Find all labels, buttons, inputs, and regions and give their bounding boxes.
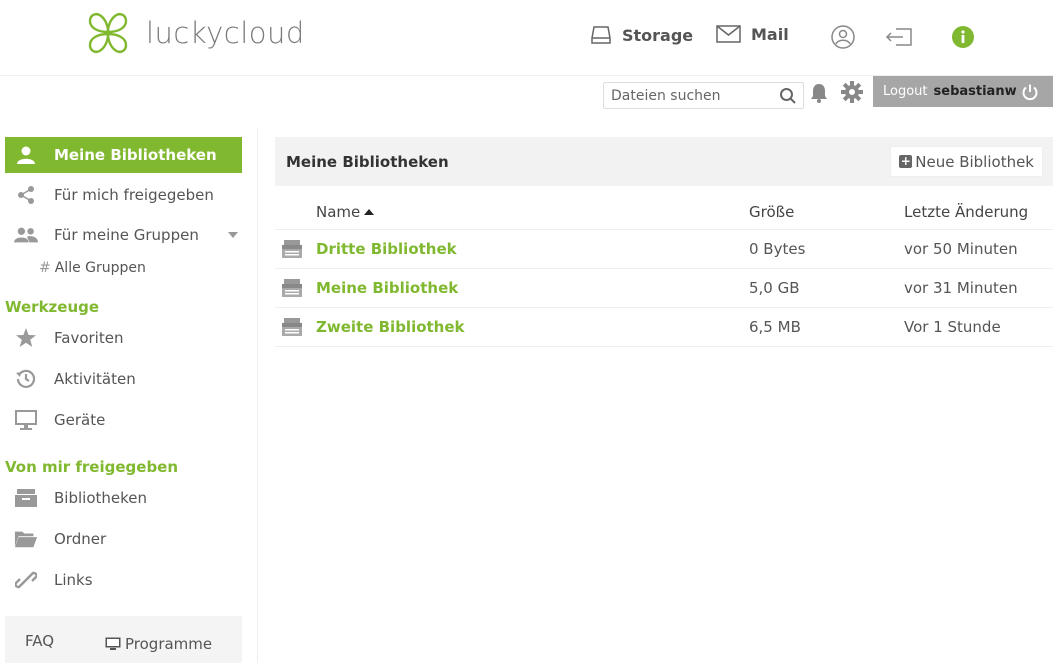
envelope-icon xyxy=(716,25,741,43)
sidebar-item-label: Favoriten xyxy=(54,329,124,347)
sidebar-item-label: Aktivitäten xyxy=(54,370,136,388)
library-name-link[interactable]: Zweite Bibliothek xyxy=(316,318,465,336)
library-list-header: Meine Bibliotheken + Neue Bibliothek xyxy=(275,137,1053,186)
nav-storage-label: Storage xyxy=(622,25,694,45)
faq-link[interactable]: FAQ xyxy=(25,632,54,650)
library-name-link[interactable]: Meine Bibliothek xyxy=(316,279,458,297)
library-modified: vor 31 Minuten xyxy=(904,279,1018,297)
column-header-size[interactable]: Größe xyxy=(749,203,794,221)
library-name-link[interactable]: Dritte Bibliothek xyxy=(316,240,457,258)
column-header-name-label: Name xyxy=(316,203,361,221)
sidebar-item-favorites[interactable]: Favoriten xyxy=(5,320,242,356)
programs-label: Programme xyxy=(125,635,213,653)
shared-by-me-heading: Von mir freigegeben xyxy=(5,458,179,476)
monitor-icon xyxy=(14,408,38,432)
clover-logo-icon xyxy=(88,13,128,53)
sidebar-item-label: Ordner xyxy=(54,530,107,548)
search-icon[interactable] xyxy=(779,87,797,105)
chevron-down-icon[interactable] xyxy=(228,232,238,238)
library-size: 5,0 GB xyxy=(749,279,800,297)
library-size: 6,5 MB xyxy=(749,318,801,336)
history-icon xyxy=(14,367,38,391)
group-icon xyxy=(14,223,38,247)
new-library-button[interactable]: + Neue Bibliothek xyxy=(890,146,1043,177)
row-divider xyxy=(275,346,1053,347)
logout-button[interactable]: Logout sebastianw xyxy=(873,76,1053,107)
table-row[interactable]: Zweite Bibliothek 6,5 MB Vor 1 Stunde xyxy=(275,308,1053,347)
brand-logo[interactable]: luckycloud xyxy=(84,10,305,56)
sidebar-item-activities[interactable]: Aktivitäten xyxy=(5,361,242,397)
user-icon xyxy=(14,143,38,167)
hash-icon: # xyxy=(39,260,51,276)
library-icon xyxy=(282,318,302,336)
sidebar-item-label: Für meine Gruppen xyxy=(54,226,199,244)
folder-icon xyxy=(14,527,38,551)
nav-storage[interactable]: Storage xyxy=(590,24,693,46)
new-library-label: Neue Bibliothek xyxy=(915,152,1034,171)
sidebar-item-shared-folders[interactable]: Ordner xyxy=(5,521,242,557)
sidebar-item-label: Meine Bibliotheken xyxy=(54,146,217,164)
bell-icon[interactable] xyxy=(809,82,829,104)
nav-mail-label: Mail xyxy=(751,24,789,44)
sidebar-subitem-label: Alle Gruppen xyxy=(54,260,146,276)
sidebar: Meine Bibliotheken Für mich freigegeben … xyxy=(0,128,258,663)
tools-heading: Werkzeuge xyxy=(5,298,100,316)
nav-mail[interactable]: Mail xyxy=(716,24,789,44)
sidebar-item-label: Bibliotheken xyxy=(54,489,147,507)
programs-link[interactable]: Programme xyxy=(105,635,212,653)
library-icon xyxy=(14,486,38,510)
plus-icon: + xyxy=(899,154,913,168)
power-icon xyxy=(1022,84,1038,101)
share-icon xyxy=(14,183,38,207)
logout-label: Logout xyxy=(883,84,928,99)
hard-drive-icon xyxy=(591,26,611,44)
top-header: luckycloud Storage Mail xyxy=(0,0,1053,76)
column-header-modified[interactable]: Letzte Änderung xyxy=(904,203,1028,221)
info-icon[interactable] xyxy=(950,24,976,50)
username: sebastianw xyxy=(933,84,1017,99)
sidebar-item-shared-links[interactable]: Links xyxy=(5,562,242,598)
sidebar-subitem-all-groups[interactable]: # Alle Gruppen xyxy=(39,260,146,276)
brand-name: luckycloud xyxy=(146,16,305,50)
table-row[interactable]: Meine Bibliothek 5,0 GB vor 31 Minuten xyxy=(275,269,1053,308)
table-row[interactable]: Dritte Bibliothek 0 Bytes vor 50 Minuten xyxy=(275,230,1053,269)
sidebar-item-my-libraries[interactable]: Meine Bibliotheken xyxy=(5,137,242,173)
sidebar-item-my-groups[interactable]: Für meine Gruppen xyxy=(5,217,242,253)
desktop-icon xyxy=(105,637,121,650)
sidebar-item-label: Geräte xyxy=(54,411,106,429)
sidebar-item-shared-with-me[interactable]: Für mich freigegeben xyxy=(5,177,242,213)
library-modified: Vor 1 Stunde xyxy=(904,318,1001,336)
library-size: 0 Bytes xyxy=(749,240,806,258)
star-icon xyxy=(14,326,38,350)
sidebar-item-devices[interactable]: Geräte xyxy=(5,402,242,438)
sidebar-item-label: Für mich freigegeben xyxy=(54,186,214,204)
gear-icon[interactable] xyxy=(840,80,864,104)
sidebar-footer: FAQ Programme xyxy=(5,616,242,663)
logout-arrow-icon[interactable] xyxy=(884,24,914,50)
library-icon xyxy=(282,240,302,258)
library-modified: vor 50 Minuten xyxy=(904,240,1018,258)
user-circle-icon[interactable] xyxy=(830,24,856,50)
search-input[interactable] xyxy=(604,83,774,108)
sidebar-item-label: Links xyxy=(54,571,93,589)
link-icon xyxy=(14,568,38,592)
sort-ascending-icon xyxy=(364,209,375,215)
page-title: Meine Bibliotheken xyxy=(286,153,449,171)
search-box xyxy=(603,82,804,109)
column-header-name[interactable]: Name xyxy=(316,203,375,221)
library-icon xyxy=(282,279,302,297)
sidebar-item-shared-libraries[interactable]: Bibliotheken xyxy=(5,480,242,516)
